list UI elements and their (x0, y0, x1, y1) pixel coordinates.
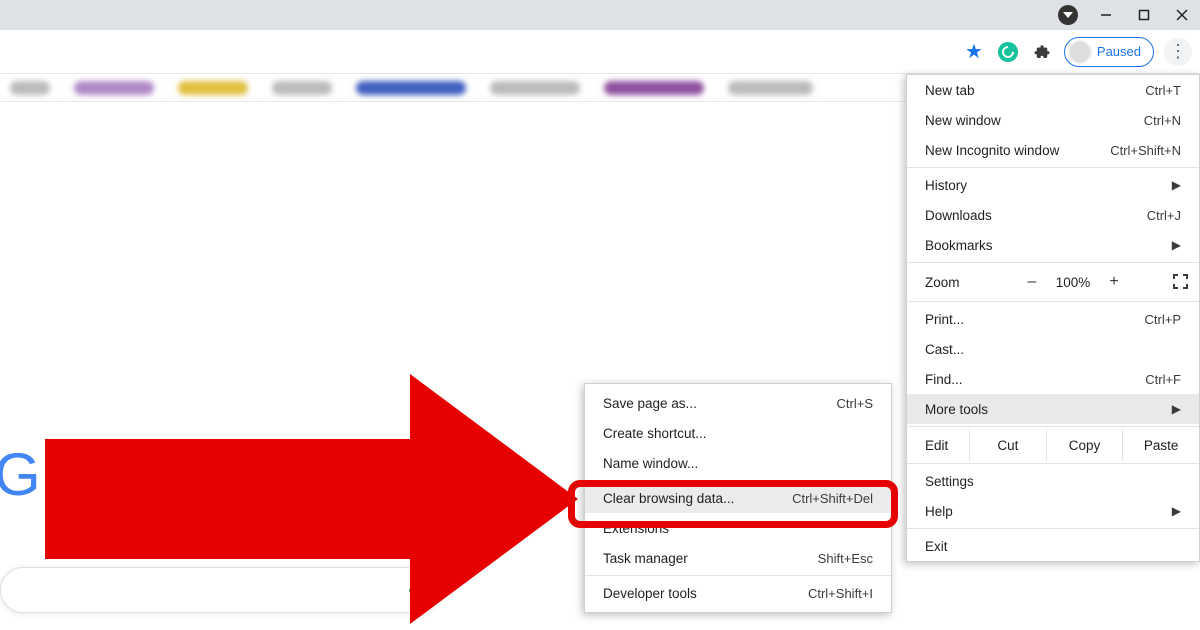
bookmark-item[interactable] (490, 81, 580, 95)
account-dropdown-icon[interactable] (1058, 5, 1078, 25)
menu-separator (907, 301, 1199, 302)
zoom-level: 100% (1051, 275, 1095, 290)
menu-separator (907, 528, 1199, 529)
menu-print[interactable]: Print... Ctrl+P (907, 304, 1199, 334)
window-maximize-button[interactable] (1134, 5, 1154, 25)
menu-downloads[interactable]: Downloads Ctrl+J (907, 200, 1199, 230)
submenu-arrow-icon: ▶ (1172, 178, 1181, 192)
chrome-main-menu: New tab Ctrl+T New window Ctrl+N New Inc… (906, 74, 1200, 562)
menu-separator (585, 575, 891, 576)
browser-toolbar: ★ Paused ⋮ (0, 30, 1200, 74)
menu-separator (907, 426, 1199, 427)
window-close-button[interactable] (1172, 5, 1192, 25)
menu-cast[interactable]: Cast... (907, 334, 1199, 364)
microphone-icon[interactable] (405, 579, 423, 601)
edit-cut-button[interactable]: Cut (969, 429, 1046, 461)
menu-edit-row: Edit Cut Copy Paste (907, 429, 1199, 461)
profile-status-label: Paused (1097, 44, 1141, 59)
menu-find[interactable]: Find... Ctrl+F (907, 364, 1199, 394)
menu-new-window[interactable]: New window Ctrl+N (907, 105, 1199, 135)
menu-save-page[interactable]: Save page as... Ctrl+S (585, 388, 891, 418)
menu-bookmarks[interactable]: Bookmarks ▶ (907, 230, 1199, 260)
bookmark-item[interactable] (74, 81, 154, 95)
menu-name-window[interactable]: Name window... (585, 448, 891, 478)
menu-zoom-row: Zoom – 100% + (907, 265, 1199, 299)
submenu-arrow-icon: ▶ (1172, 402, 1181, 416)
menu-separator (907, 262, 1199, 263)
bookmark-item[interactable] (356, 81, 466, 95)
window-minimize-button[interactable] (1096, 5, 1116, 25)
zoom-in-button[interactable]: + (1101, 273, 1127, 291)
bookmark-item[interactable] (728, 81, 813, 95)
menu-developer-tools[interactable]: Developer tools Ctrl+Shift+I (585, 578, 891, 608)
menu-new-incognito[interactable]: New Incognito window Ctrl+Shift+N (907, 135, 1199, 165)
grammarly-extension-icon[interactable] (996, 40, 1020, 64)
menu-exit[interactable]: Exit (907, 531, 1199, 561)
edit-copy-button[interactable]: Copy (1046, 429, 1123, 461)
menu-task-manager[interactable]: Task manager Shift+Esc (585, 543, 891, 573)
chrome-menu-button[interactable]: ⋮ (1164, 38, 1192, 66)
menu-history[interactable]: History ▶ (907, 170, 1199, 200)
submenu-arrow-icon: ▶ (1172, 238, 1181, 252)
menu-more-tools[interactable]: More tools ▶ (907, 394, 1199, 424)
extensions-puzzle-icon[interactable] (1030, 40, 1054, 64)
fullscreen-icon[interactable] (1173, 274, 1189, 290)
edit-paste-button[interactable]: Paste (1122, 429, 1199, 461)
profile-chip[interactable]: Paused (1064, 37, 1154, 67)
google-logo: G (0, 440, 41, 509)
menu-separator (907, 167, 1199, 168)
bookmark-item[interactable] (178, 81, 248, 95)
menu-separator (907, 463, 1199, 464)
bookmark-item[interactable] (272, 81, 332, 95)
menu-help[interactable]: Help ▶ (907, 496, 1199, 526)
menu-settings[interactable]: Settings (907, 466, 1199, 496)
window-titlebar (0, 0, 1200, 30)
menu-create-shortcut[interactable]: Create shortcut... (585, 418, 891, 448)
zoom-out-button[interactable]: – (1019, 273, 1045, 291)
bookmark-star-icon[interactable]: ★ (962, 40, 986, 64)
bookmark-item[interactable] (604, 81, 704, 95)
menu-new-tab[interactable]: New tab Ctrl+T (907, 75, 1199, 105)
submenu-arrow-icon: ▶ (1172, 504, 1181, 518)
profile-avatar (1069, 41, 1091, 63)
bookmark-item[interactable] (10, 81, 50, 95)
annotation-highlight (568, 480, 898, 528)
google-search-box[interactable] (0, 567, 440, 613)
